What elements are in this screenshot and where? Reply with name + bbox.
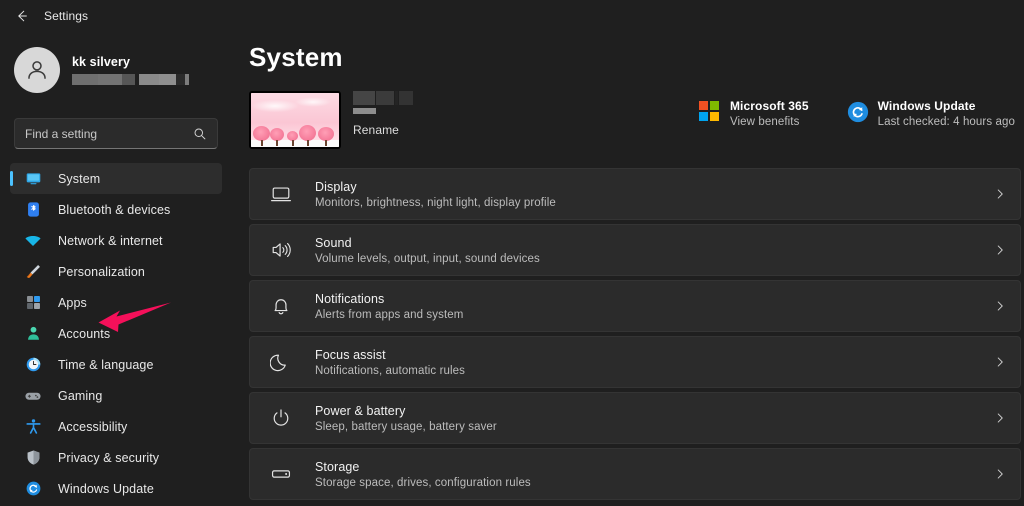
sidebar-item-label: Bluetooth & devices bbox=[58, 202, 171, 217]
settings-row-subtitle: Notifications, automatic rules bbox=[315, 364, 466, 377]
sidebar-item-label: Accounts bbox=[58, 326, 111, 341]
main-content: System Rename Microsoft 365 View benefit… bbox=[232, 32, 1024, 506]
sidebar: kk silvery Find a setting System Bluetoo… bbox=[0, 32, 232, 506]
account-name: kk silvery bbox=[72, 55, 130, 69]
settings-row-power-battery[interactable]: Power & battery Sleep, battery usage, ba… bbox=[249, 392, 1021, 444]
sidebar-item-time-language[interactable]: Time & language bbox=[10, 349, 222, 380]
settings-row-title: Power & battery bbox=[315, 403, 406, 418]
settings-row-subtitle: Storage space, drives, configuration rul… bbox=[315, 476, 531, 489]
device-summary: Rename Microsoft 365 View benefits Windo… bbox=[249, 91, 1021, 149]
sidebar-item-bluetooth-devices[interactable]: Bluetooth & devices bbox=[10, 194, 222, 225]
person-avatar-icon bbox=[28, 61, 46, 79]
sidebar-item-windows-update[interactable]: Windows Update bbox=[10, 473, 222, 504]
person-icon bbox=[23, 324, 43, 344]
settings-list: Display Monitors, brightness, night ligh… bbox=[249, 168, 1021, 504]
paintbrush-icon bbox=[23, 262, 43, 282]
microsoft-logo-icon bbox=[698, 101, 721, 123]
device-name-block: Rename bbox=[353, 91, 473, 137]
status-card-title: Windows Update bbox=[877, 99, 976, 113]
sidebar-item-privacy-security[interactable]: Privacy & security bbox=[10, 442, 222, 473]
wifi-icon bbox=[23, 231, 43, 251]
settings-row-notifications[interactable]: Notifications Alerts from apps and syste… bbox=[249, 280, 1021, 332]
rename-button[interactable]: Rename bbox=[353, 123, 473, 137]
chevron-right-icon bbox=[980, 188, 1020, 200]
sidebar-item-personalization[interactable]: Personalization bbox=[10, 256, 222, 287]
chevron-right-icon bbox=[980, 300, 1020, 312]
settings-row-title: Sound bbox=[315, 235, 352, 250]
search-placeholder: Find a setting bbox=[25, 126, 98, 141]
display-monitor-icon bbox=[268, 181, 294, 207]
microsoft-365-card[interactable]: Microsoft 365 View benefits bbox=[698, 99, 809, 128]
search-input[interactable]: Find a setting bbox=[14, 118, 218, 149]
status-card-subtitle[interactable]: View benefits bbox=[730, 116, 809, 128]
back-arrow-icon bbox=[18, 10, 27, 22]
chevron-right-icon bbox=[980, 356, 1020, 368]
settings-row-subtitle: Sleep, battery usage, battery saver bbox=[315, 420, 497, 433]
sidebar-item-label: Windows Update bbox=[58, 481, 154, 496]
settings-row-title: Storage bbox=[315, 459, 360, 474]
status-card-title: Microsoft 365 bbox=[729, 99, 809, 113]
sidebar-item-label: Time & language bbox=[58, 357, 154, 372]
account-tile[interactable]: kk silvery bbox=[14, 40, 232, 100]
sync-icon bbox=[23, 479, 43, 499]
account-email-redacted bbox=[72, 74, 189, 85]
gamepad-icon bbox=[23, 386, 43, 406]
settings-row-subtitle: Alerts from apps and system bbox=[315, 308, 464, 321]
settings-row-subtitle: Volume levels, output, input, sound devi… bbox=[315, 252, 540, 265]
windows-update-card[interactable]: Windows Update Last checked: 4 hours ago bbox=[847, 99, 1015, 128]
sidebar-item-label: Network & internet bbox=[58, 233, 163, 248]
status-cards: Microsoft 365 View benefits Windows Upda… bbox=[698, 99, 1015, 128]
moon-icon bbox=[268, 349, 294, 375]
back-button[interactable] bbox=[0, 0, 44, 32]
settings-row-display[interactable]: Display Monitors, brightness, night ligh… bbox=[249, 168, 1021, 220]
wallpaper-thumbnail-cherry-blossom bbox=[249, 91, 341, 149]
bell-icon bbox=[268, 293, 294, 319]
sidebar-item-label: Accessibility bbox=[58, 419, 128, 434]
drive-icon bbox=[268, 461, 294, 487]
settings-window: Settings kk silvery Find a setting Syste… bbox=[0, 0, 1024, 506]
chevron-right-icon bbox=[980, 412, 1020, 424]
status-card-subtitle: Last checked: 4 hours ago bbox=[877, 116, 1015, 128]
sidebar-item-label: Privacy & security bbox=[58, 450, 160, 465]
window-title: Settings bbox=[44, 9, 89, 23]
sidebar-item-network-internet[interactable]: Network & internet bbox=[10, 225, 222, 256]
avatar bbox=[14, 47, 60, 93]
chevron-right-icon bbox=[980, 244, 1020, 256]
page-title: System bbox=[249, 42, 343, 72]
title-bar: Settings bbox=[0, 0, 1024, 32]
shield-icon bbox=[23, 448, 43, 468]
settings-row-storage[interactable]: Storage Storage space, drives, configura… bbox=[249, 448, 1021, 500]
active-indicator bbox=[10, 171, 13, 186]
sidebar-item-label: Gaming bbox=[58, 388, 103, 403]
sidebar-item-system[interactable]: System bbox=[10, 163, 222, 194]
account-text: kk silvery bbox=[72, 55, 189, 85]
chevron-right-icon bbox=[980, 468, 1020, 480]
search-icon[interactable] bbox=[193, 127, 207, 141]
settings-row-title: Notifications bbox=[315, 291, 385, 306]
bluetooth-icon bbox=[23, 200, 43, 220]
settings-row-title: Display bbox=[315, 179, 357, 194]
sidebar-item-gaming[interactable]: Gaming bbox=[10, 380, 222, 411]
apps-grid-icon bbox=[23, 293, 43, 313]
sidebar-item-accounts[interactable]: Accounts bbox=[10, 318, 222, 349]
sidebar-item-label: Personalization bbox=[58, 264, 145, 279]
sidebar-item-label: System bbox=[58, 171, 101, 186]
sidebar-item-label: Apps bbox=[58, 295, 87, 310]
settings-row-focus-assist[interactable]: Focus assist Notifications, automatic ru… bbox=[249, 336, 1021, 388]
speaker-icon bbox=[268, 237, 294, 263]
sidebar-nav: System Bluetooth & devices Network & int… bbox=[0, 163, 232, 504]
settings-row-sound[interactable]: Sound Volume levels, output, input, soun… bbox=[249, 224, 1021, 276]
accessibility-icon bbox=[23, 417, 43, 437]
settings-row-title: Focus assist bbox=[315, 347, 386, 362]
settings-row-subtitle: Monitors, brightness, night light, displ… bbox=[315, 196, 556, 209]
windows-update-sync-icon bbox=[847, 101, 869, 123]
monitor-icon bbox=[23, 169, 43, 189]
power-icon bbox=[268, 405, 294, 431]
sidebar-item-apps[interactable]: Apps bbox=[10, 287, 222, 318]
device-name-redacted bbox=[353, 91, 473, 114]
clock-icon bbox=[23, 355, 43, 375]
sidebar-item-accessibility[interactable]: Accessibility bbox=[10, 411, 222, 442]
